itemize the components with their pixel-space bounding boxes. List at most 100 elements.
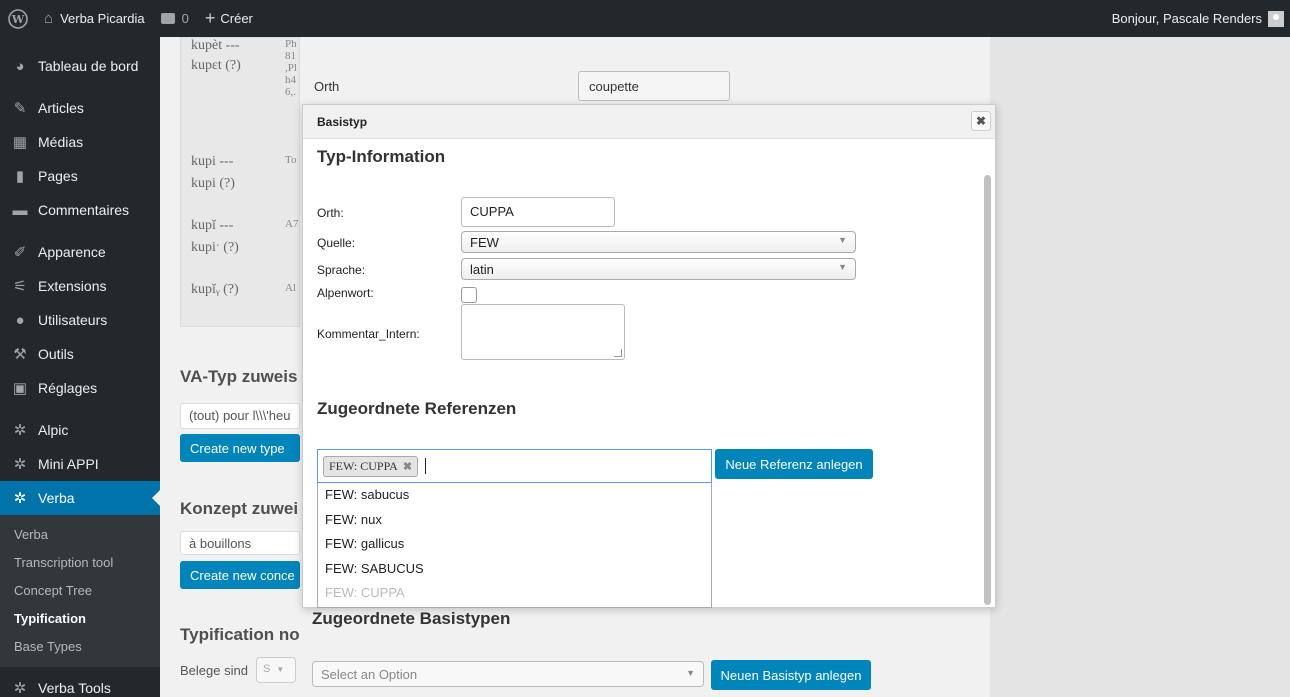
va-type-select[interactable]: (tout) pour l\\\'heu (180, 403, 300, 429)
quelle-value: FEW (470, 235, 499, 250)
svg-text:W: W (11, 13, 25, 26)
sidebar-item-comments[interactable]: ▬ Commentaires (0, 193, 160, 227)
gear-icon: ✲ (13, 456, 27, 473)
alpenwort-checkbox[interactable] (461, 287, 477, 303)
text-caret (425, 458, 427, 474)
home-icon: ⌂ (44, 10, 54, 27)
orth-field[interactable]: CUPPA (461, 197, 615, 227)
submenu-transcription-tool[interactable]: Transcription tool (0, 549, 160, 577)
sidebar-item-label: Alpic (38, 422, 69, 438)
list-item[interactable]: FEW: SABUCUS (318, 557, 711, 582)
sidebar-item-medias[interactable]: ▦ Médias (0, 125, 160, 159)
plugin-icon: ⚟ (13, 278, 27, 295)
concept-select[interactable]: à bouillons (180, 531, 300, 555)
chevron-down-icon: ▼ (838, 235, 847, 245)
list-item[interactable]: FEW: nux (318, 508, 711, 533)
base-type-select[interactable]: Select an Option ▼ (312, 661, 704, 687)
sidebar-item-label: Tableau de bord (38, 58, 139, 74)
chevron-down-icon: ▼ (276, 665, 285, 674)
comment-count: 0 (181, 11, 189, 26)
type-form: kupèt --- (191, 38, 240, 53)
sidebar-item-appearance[interactable]: ✐ Apparence (0, 235, 160, 269)
references-multiselect[interactable]: FEW: CUPPA ✖ (317, 449, 712, 483)
submenu-base-types[interactable]: Base Types (0, 633, 160, 661)
submenu-concept-tree[interactable]: Concept Tree (0, 577, 160, 605)
media-icon: ▦ (12, 134, 28, 151)
sidebar-item-verba[interactable]: ✲ Verba (0, 481, 160, 515)
create-new-type-button[interactable]: Create new type (180, 434, 300, 462)
wordpress-logo-icon[interactable]: W (0, 0, 36, 37)
sidebar-item-extensions[interactable]: ⚟ Extensions (0, 269, 160, 303)
dialog-scrollbar[interactable] (984, 175, 991, 605)
type-form: kupεt (?) (191, 58, 241, 73)
greeting-label: Bonjour, Pascale Renders (1111, 11, 1262, 26)
list-item: FEW: CUPPA (325, 585, 405, 600)
avatar (1268, 10, 1284, 27)
comment-bubble-icon (160, 13, 175, 24)
type-form: kupi (?) (191, 176, 235, 191)
table-row: kupĭᵧ (?) Al (191, 282, 296, 298)
pin-icon: ✎ (13, 100, 27, 117)
concept-heading: Konzept zuwei (180, 499, 299, 518)
site-name-label: Verba Picardia (60, 11, 145, 26)
sprache-select[interactable]: latin ▼ (461, 258, 856, 280)
page-icon: ▮ (15, 168, 25, 185)
new-reference-button[interactable]: Neue Referenz anlegen (715, 449, 873, 479)
site-name-link[interactable]: ⌂ Verba Picardia (36, 0, 153, 37)
sprache-value: latin (470, 262, 494, 277)
orth-field[interactable]: coupette (578, 71, 730, 101)
create-new-concept-button[interactable]: Create new conce (180, 561, 300, 589)
sidebar-item-mini-appi[interactable]: ✲ Mini APPI (0, 447, 160, 481)
settings-icon: ▣ (12, 380, 28, 397)
table-row: kupi --- kupi (?) To (191, 154, 296, 192)
gear-icon: ✲ (13, 422, 27, 439)
assigned-base-types-heading: Zugeordnete Basistypen (312, 609, 511, 628)
quelle-label: Quelle: (317, 236, 356, 250)
close-button[interactable]: ✖ (971, 111, 991, 131)
belege-label: Belege sind (180, 663, 248, 678)
list-item[interactable]: FEW: gallicus (318, 532, 711, 557)
account-menu[interactable]: Bonjour, Pascale Renders (1104, 0, 1290, 37)
typification-heading: Typification no (180, 625, 300, 644)
user-icon: ● (15, 311, 25, 329)
type-form: kupĭᵧ (?) (191, 282, 239, 297)
gear-icon: ✲ (13, 490, 27, 507)
chevron-down-icon: ▼ (686, 668, 695, 678)
sprache-label: Sprache: (317, 263, 366, 277)
comments-link[interactable]: 0 (153, 0, 197, 37)
type-extra: Ph 81 ,Pl h4 6,. (285, 38, 297, 98)
quelle-select[interactable]: FEW ▼ (461, 231, 856, 253)
sidebar-item-label: Extensions (38, 278, 107, 294)
plus-icon: + (204, 8, 216, 28)
sidebar-item-articles[interactable]: ✎ Articles (0, 91, 160, 125)
sidebar-item-alpic[interactable]: ✲ Alpic (0, 413, 160, 447)
kommentar-textarea[interactable] (461, 304, 625, 360)
new-base-type-button[interactable]: Neuen Basistyp anlegen (711, 660, 871, 690)
sidebar-item-verba-tools[interactable]: ✲ Verba Tools (0, 671, 160, 697)
dialog-title: Basistyp (317, 114, 368, 129)
sidebar-item-label: Mini APPI (38, 456, 99, 472)
sidebar-item-users[interactable]: ● Utilisateurs (0, 303, 160, 337)
type-extra: Al (285, 282, 296, 294)
sidebar-item-label: Outils (38, 346, 74, 362)
sidebar-item-tools[interactable]: ⚒ Outils (0, 337, 160, 371)
submenu-typification[interactable]: Typification (0, 605, 160, 633)
type-extra: To (285, 154, 297, 166)
belege-select[interactable]: S ▼ (256, 657, 296, 683)
remove-tag-icon[interactable]: ✖ (403, 460, 412, 473)
assigned-references-heading: Zugeordnete Referenzen (317, 399, 517, 418)
sidebar-item-dashboard[interactable]: ◕ Tableau de bord (0, 49, 160, 83)
close-icon: ✖ (975, 114, 987, 128)
sidebar-item-settings[interactable]: ▣ Réglages (0, 371, 160, 405)
sidebar-item-pages[interactable]: ▮ Pages (0, 159, 160, 193)
orth-label: Orth (314, 79, 340, 94)
type-list-table: kupèt --- kupεt (?) Ph 81 ,Pl h4 6,. kupi --… (180, 37, 300, 327)
sidebar-item-label: Articles (38, 100, 84, 116)
basistyp-dialog: Basistyp ✖ Typ-Information Orth: CUPPA Q… (302, 104, 996, 608)
submenu-verba[interactable]: Verba (0, 521, 160, 549)
type-form: kupĭ --- (191, 218, 234, 233)
create-new-link[interactable]: + Créer (197, 0, 261, 37)
dashboard-icon: ◕ (15, 57, 25, 75)
sidebar-item-label: Verba (38, 490, 75, 506)
list-item[interactable]: FEW: sabucus (318, 483, 711, 508)
